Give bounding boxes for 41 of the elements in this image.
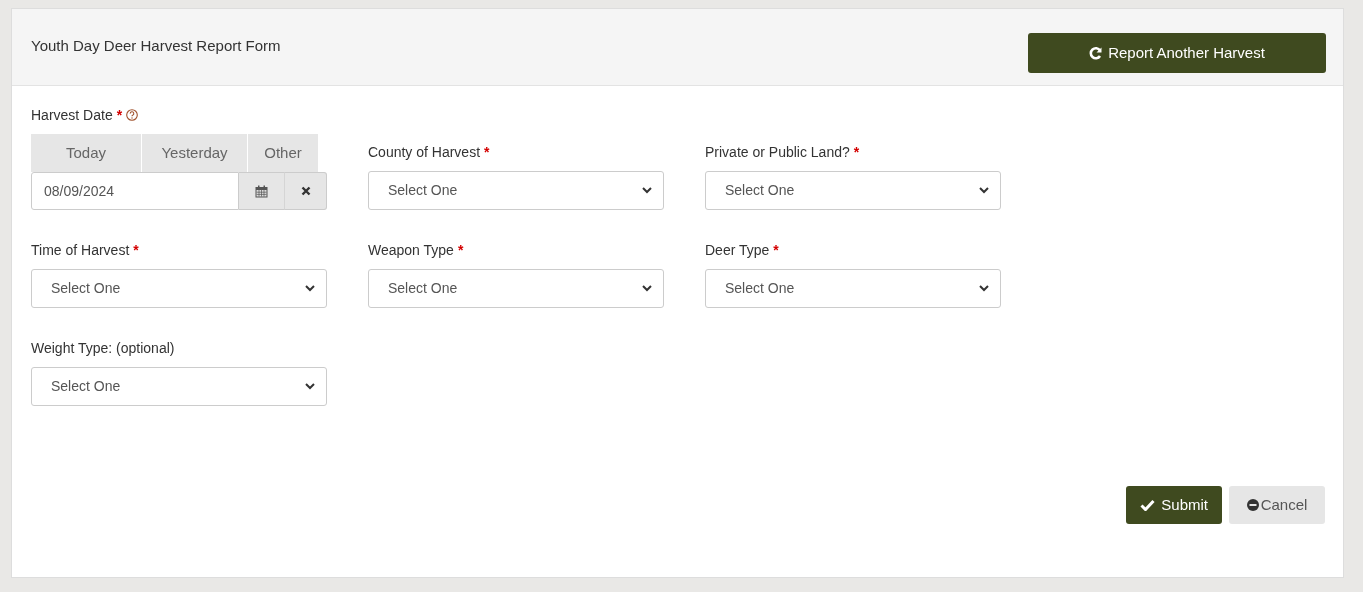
- clear-button[interactable]: [285, 172, 327, 210]
- chevron-down-icon: [642, 285, 652, 292]
- field-label: Harvest Date: [31, 105, 113, 125]
- chevron-down-icon: [642, 187, 652, 194]
- cancel-button[interactable]: Cancel: [1229, 486, 1325, 524]
- dropdown[interactable]: Select One: [31, 269, 327, 308]
- submit-button[interactable]: Submit: [1126, 486, 1222, 524]
- date-field[interactable]: 08/09/2024: [31, 172, 239, 210]
- dropdown[interactable]: Select One: [705, 171, 1001, 210]
- dropdown[interactable]: Select One: [31, 367, 327, 406]
- report-another-button[interactable]: Report Another Harvest: [1028, 33, 1326, 73]
- quick-date-button[interactable]: Other: [248, 134, 319, 172]
- dropdown[interactable]: Select One: [368, 269, 664, 308]
- chevron-down-icon: [979, 187, 989, 194]
- form-title: Youth Day Deer Harvest Report Form: [31, 36, 281, 56]
- required-mark: *: [484, 142, 490, 162]
- field-label: Time of Harvest: [31, 240, 130, 260]
- dropdown[interactable]: Select One: [368, 171, 664, 210]
- chevron-down-icon: [305, 383, 315, 390]
- required-mark: *: [853, 142, 860, 162]
- check-icon: [1140, 499, 1156, 511]
- chevron-down-icon: [979, 285, 989, 292]
- required-mark: *: [116, 105, 123, 125]
- field-label: Weapon Type: [368, 240, 454, 260]
- required-mark: *: [133, 240, 139, 260]
- field-label: Deer Type: [705, 240, 770, 260]
- minus-circle-icon: [1246, 499, 1259, 511]
- field-label: Weight Type: (optional): [31, 338, 175, 358]
- refresh-icon: [1089, 46, 1103, 60]
- quick-date-button[interactable]: Yesterday: [142, 134, 248, 172]
- dropdown[interactable]: Select One: [705, 269, 1001, 308]
- required-mark: *: [773, 240, 779, 260]
- quick-date-button[interactable]: Today: [31, 134, 142, 172]
- help-icon[interactable]: [126, 109, 139, 121]
- field-label: County of Harvest: [368, 142, 481, 162]
- required-mark: *: [457, 240, 464, 260]
- chevron-down-icon: [305, 285, 315, 292]
- calendar-icon: [255, 184, 268, 198]
- calendar-button[interactable]: [239, 172, 285, 210]
- field-label: Private or Public Land?: [705, 142, 850, 162]
- close-icon: [300, 186, 311, 196]
